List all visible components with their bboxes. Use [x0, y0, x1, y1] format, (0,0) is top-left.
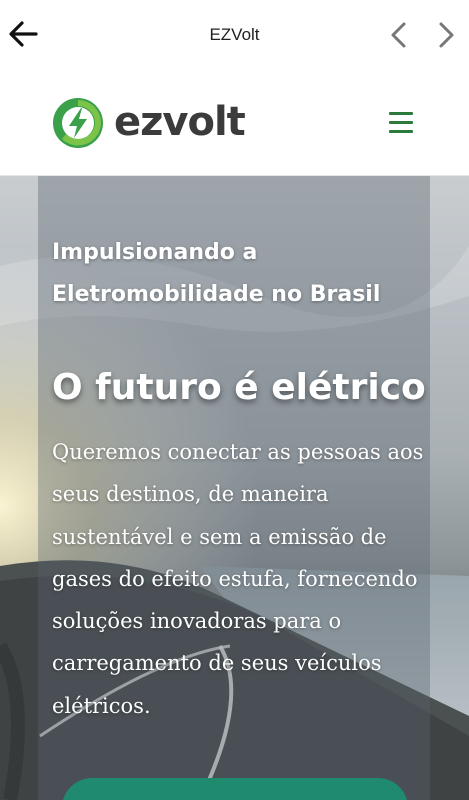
logo[interactable]: ezvolt: [52, 97, 252, 151]
hero-section: Impulsionando a Eletromobilidade no Bras…: [0, 176, 469, 800]
hero-subtitle: Impulsionando a Eletromobilidade no Bras…: [52, 240, 381, 307]
lightning-bolt-icon: [52, 97, 104, 149]
browser-toolbar: EZVolt: [0, 0, 469, 70]
hero-body-text: Queremos conectar as pessoas aos seus de…: [52, 440, 424, 718]
logo-wordmark: ezvolt: [114, 99, 246, 145]
hero-headline: O futuro é elétrico: [52, 367, 426, 408]
hero-cta-button[interactable]: [62, 778, 408, 800]
chevron-right-icon[interactable]: [433, 20, 459, 50]
chevron-left-icon[interactable]: [386, 20, 412, 50]
site-header: ezvolt: [0, 70, 469, 176]
hamburger-menu-icon[interactable]: [386, 110, 416, 136]
